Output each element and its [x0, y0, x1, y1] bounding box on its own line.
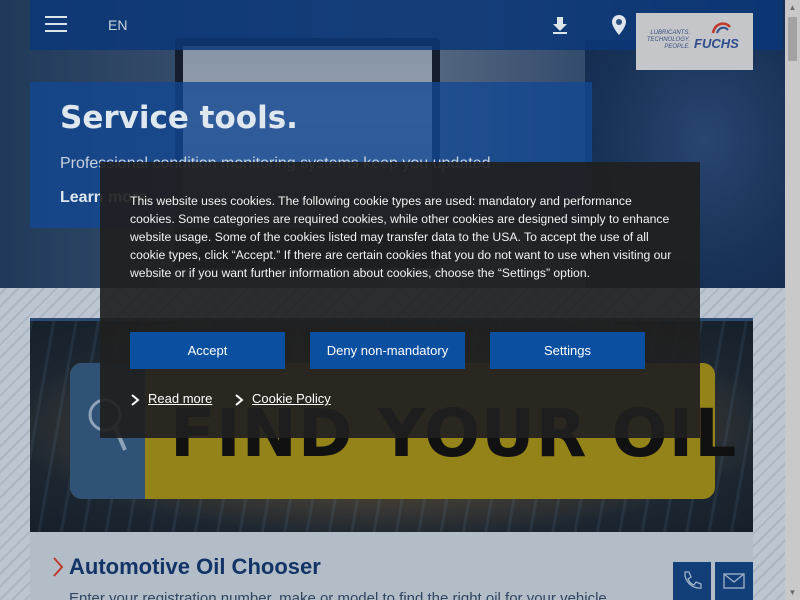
cookie-message: This website uses cookies. The following…: [130, 194, 672, 280]
cookie-consent-dialog: This website uses cookies. The following…: [100, 162, 700, 438]
location-pin-icon[interactable]: [610, 14, 628, 36]
automotive-description: Enter your registration number, make or …: [69, 590, 611, 600]
hero-title: Service tools.: [60, 100, 298, 136]
scroll-thumb[interactable]: [788, 17, 797, 61]
chevron-right-icon: [53, 557, 64, 577]
phone-icon: [684, 571, 702, 589]
cookie-policy-label: Cookie Policy: [252, 391, 331, 406]
mail-button[interactable]: [715, 562, 753, 600]
settings-button[interactable]: Settings: [490, 332, 645, 369]
scroll-up-arrow-icon[interactable]: ▲: [785, 0, 800, 15]
logo-brand: FUCHS: [694, 36, 739, 51]
download-icon[interactable]: [550, 15, 570, 35]
chevron-right-icon: [131, 394, 140, 406]
mail-icon: [723, 573, 745, 589]
read-more-link[interactable]: Read more: [130, 391, 212, 406]
language-selector[interactable]: EN: [108, 17, 127, 33]
logo-tagline: LUBRICANTS. TECHNOLOGY. PEOPLE.: [646, 30, 690, 50]
fuchs-logo[interactable]: LUBRICANTS. TECHNOLOGY. PEOPLE. FUCHS: [636, 13, 753, 70]
accept-button[interactable]: Accept: [130, 332, 285, 369]
chevron-right-icon: [235, 394, 244, 406]
phone-button[interactable]: [673, 562, 711, 600]
cookie-policy-link[interactable]: Cookie Policy: [234, 391, 331, 406]
deny-non-mandatory-button[interactable]: Deny non-mandatory: [310, 332, 465, 369]
menu-icon[interactable]: [45, 16, 67, 34]
automotive-oil-chooser: Automotive Oil Chooser Enter your regist…: [30, 532, 753, 600]
read-more-label: Read more: [148, 391, 213, 406]
scroll-down-arrow-icon[interactable]: ▼: [785, 585, 800, 600]
logo-mark-icon: [711, 22, 731, 34]
page-scrollbar[interactable]: ▲ ▼: [785, 0, 800, 600]
automotive-title[interactable]: Automotive Oil Chooser: [69, 554, 321, 580]
